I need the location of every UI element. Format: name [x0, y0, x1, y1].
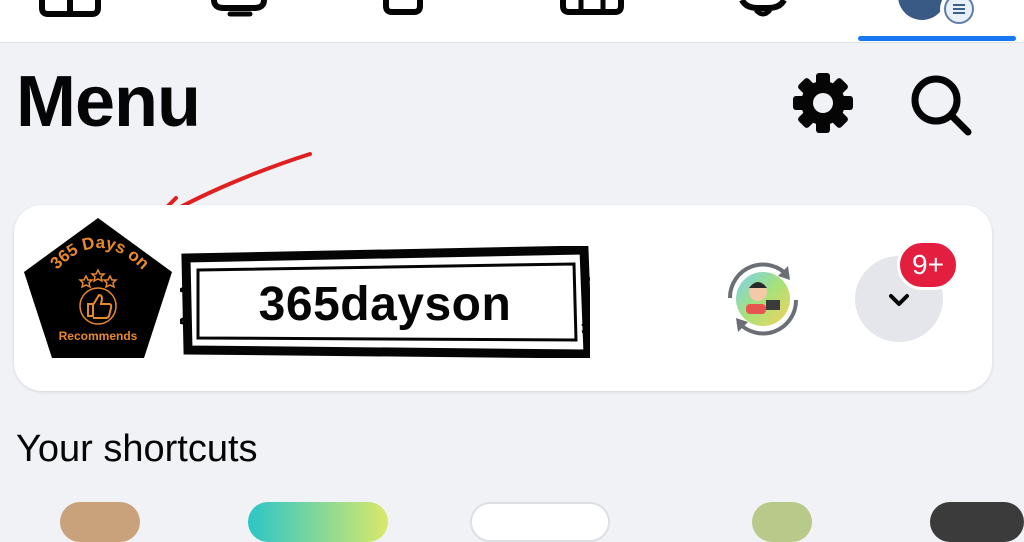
profile-name[interactable]: 365dayson [180, 270, 590, 340]
marketplace-icon [383, 0, 423, 15]
nav-video[interactable] [200, 0, 290, 42]
store-icon [560, 0, 624, 15]
shortcuts-heading: Your shortcuts [16, 428, 258, 470]
shortcut-item[interactable] [930, 502, 1024, 542]
top-nav-bar [0, 0, 1024, 43]
avatar [727, 262, 799, 336]
nav-profile-avatar[interactable] [898, 0, 946, 20]
bell-icon [739, 0, 787, 17]
search-icon [911, 75, 972, 136]
nav-home[interactable] [30, 0, 120, 42]
video-icon [211, 0, 267, 17]
shortcut-item[interactable] [752, 502, 812, 542]
shortcut-item[interactable] [248, 502, 388, 542]
chevron-down-icon [889, 294, 909, 306]
logo-text-bottom: Recommends [59, 329, 138, 343]
settings-button[interactable] [790, 70, 856, 136]
notification-badge: 9+ [897, 240, 959, 290]
home-icon [39, 0, 101, 17]
nav-marketplace[interactable] [370, 0, 460, 42]
nav-notifications[interactable] [720, 0, 810, 42]
profile-menu-icon [944, 0, 974, 24]
page-title: Menu [16, 62, 201, 142]
nav-store[interactable] [545, 0, 635, 42]
gear-icon [793, 73, 853, 133]
profile-logo[interactable]: 365 Days on Recommends [22, 214, 174, 362]
menu-badge [940, 0, 978, 28]
search-button[interactable] [908, 72, 974, 138]
shortcut-item[interactable] [470, 502, 610, 542]
switch-account-avatar[interactable] [718, 254, 808, 344]
active-tab-indicator [858, 36, 1016, 41]
shortcut-item[interactable] [60, 502, 140, 542]
